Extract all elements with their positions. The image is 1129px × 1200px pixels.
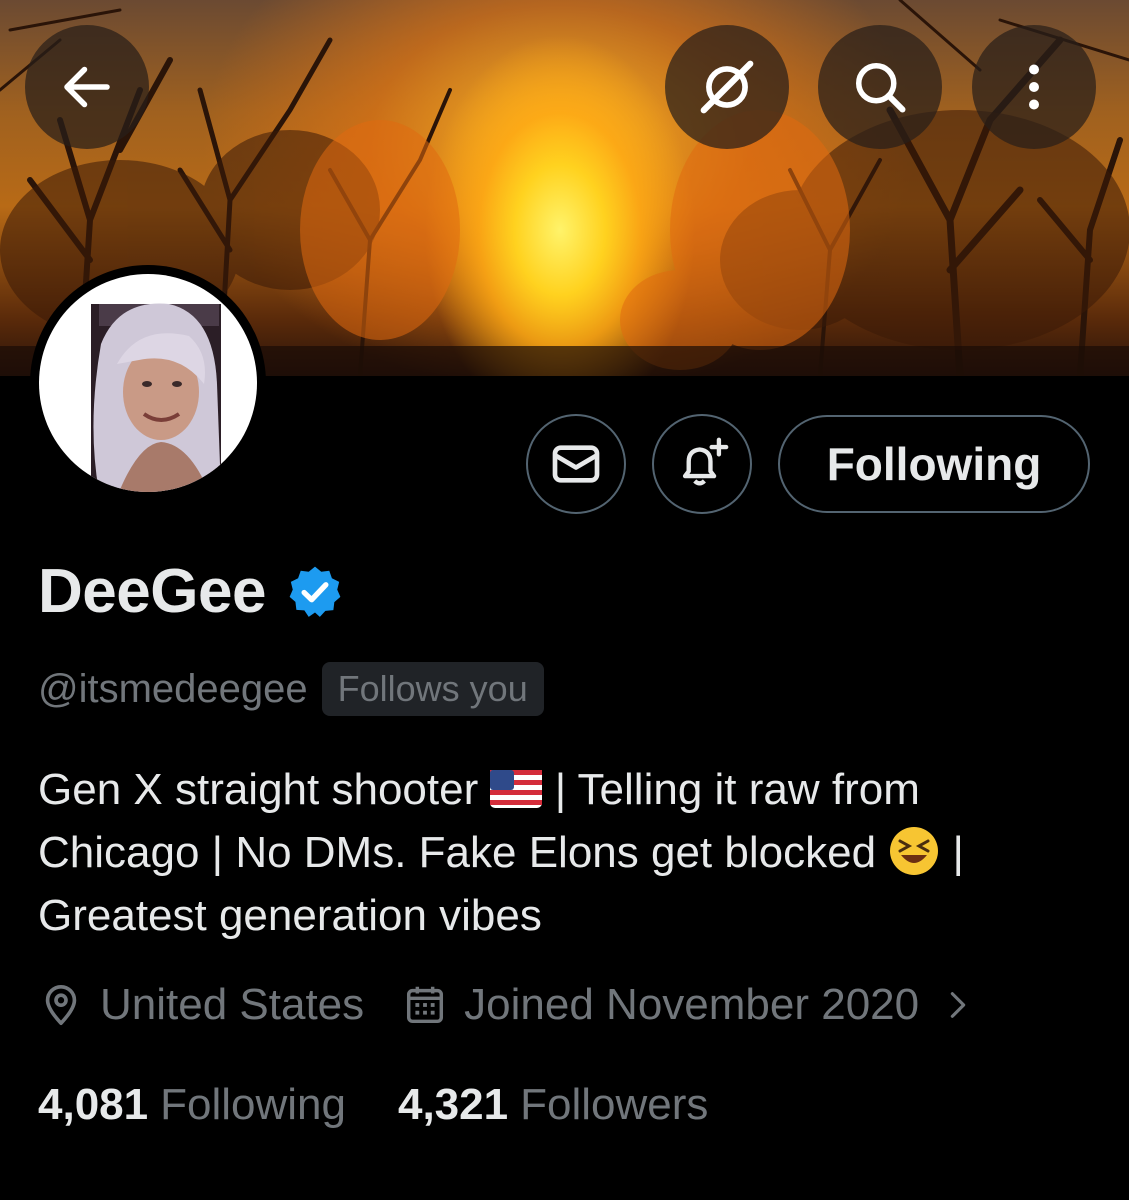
grok-button[interactable] [665, 25, 789, 149]
us-flag-icon [490, 770, 543, 808]
more-button[interactable] [972, 25, 1096, 149]
chevron-right-icon[interactable] [941, 983, 975, 1027]
location-text: United States [100, 980, 365, 1029]
handle-row: @itsmedeegee Follows you [38, 662, 544, 716]
bell-plus-icon [682, 437, 729, 486]
back-button[interactable] [25, 25, 149, 149]
following-count: 4,081 [38, 1080, 149, 1129]
mail-icon [552, 445, 600, 483]
following-label: Following [160, 1080, 346, 1129]
joined-date-text[interactable]: Joined November 2020 [464, 980, 919, 1030]
search-icon [856, 63, 906, 113]
grok-icon [700, 60, 754, 114]
verified-badge-icon [289, 566, 341, 617]
profile-meta: United States Joined November 2020 [38, 980, 975, 1030]
profile-page: Following DeeGee @itsmedeegee Follows yo… [0, 0, 1129, 1200]
arrow-left-icon [64, 66, 110, 108]
more-vertical-icon [1029, 64, 1039, 110]
follows-you-badge: Follows you [321, 662, 544, 716]
bio: Gen X straight shooter | Telling it raw … [38, 758, 1038, 947]
display-name: DeeGee [38, 557, 266, 626]
followers-count: 4,321 [397, 1080, 509, 1129]
message-button[interactable] [526, 414, 626, 514]
location-pin-icon [45, 984, 77, 1026]
bio-text-1: Gen X straight shooter [38, 765, 491, 814]
search-button[interactable] [818, 25, 942, 149]
name-row: DeeGee [38, 556, 344, 627]
followers-label: Followers [520, 1080, 709, 1129]
notifications-button[interactable] [652, 414, 752, 514]
followers-stat[interactable]: 4,321 Followers [398, 1080, 708, 1130]
follow-stats: 4,081 Following 4,321 Followers [38, 1080, 708, 1130]
following-button[interactable]: Following [778, 415, 1090, 513]
calendar-icon [407, 986, 444, 1024]
avatar[interactable] [30, 265, 266, 501]
laughing-emoji-icon [890, 827, 939, 875]
following-stat[interactable]: 4,081 Following [38, 1080, 346, 1130]
avatar-photo [91, 303, 221, 492]
handle: @itsmedeegee [38, 666, 308, 711]
